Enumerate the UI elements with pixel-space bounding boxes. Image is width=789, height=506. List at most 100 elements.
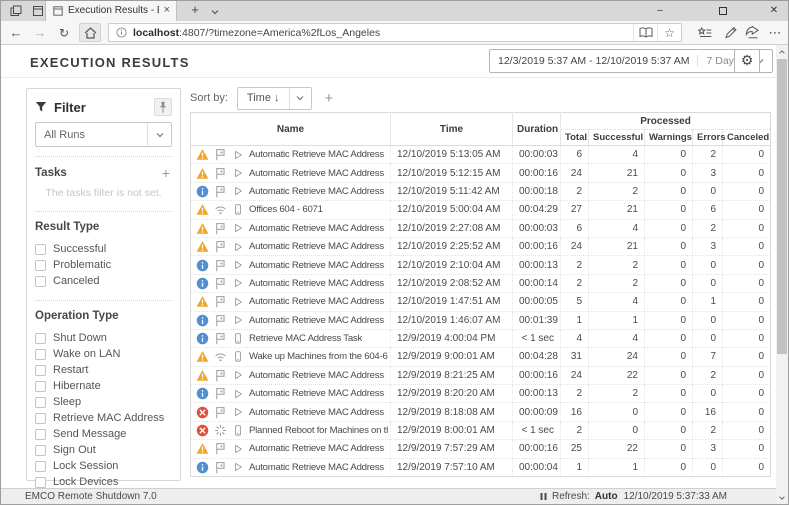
chevron-down-icon: [289, 88, 311, 109]
checkbox-operation-sign-out[interactable]: Sign Out: [35, 442, 172, 458]
execution-errors: 16: [693, 403, 723, 421]
settings-button[interactable]: ⚙: [734, 49, 760, 73]
table-row[interactable]: Automatic Retrieve MAC Address12/10/2019…: [191, 219, 771, 237]
task-flag-icon: [213, 276, 227, 290]
execution-total: 2: [561, 256, 589, 274]
back-icon[interactable]: ←: [6, 21, 26, 44]
page-icon: [52, 5, 63, 16]
window-maximize-button[interactable]: [703, 0, 743, 21]
tab-title: Execution Results - EMC: [68, 5, 159, 16]
window-close-button[interactable]: ✕: [754, 0, 789, 21]
tab-close-icon[interactable]: ×: [164, 5, 170, 16]
checkbox-result-problematic[interactable]: Problematic: [35, 257, 172, 273]
table-row[interactable]: Automatic Retrieve MAC Address12/9/2019 …: [191, 440, 771, 458]
execution-total: 5: [561, 293, 589, 311]
refresh-value: Auto: [595, 491, 618, 502]
checkbox-operation-wake-on-lan[interactable]: Wake on LAN: [35, 346, 172, 362]
scroll-up-icon[interactable]: [776, 45, 788, 58]
table-row[interactable]: Automatic Retrieve MAC Address12/10/2019…: [191, 274, 771, 292]
task-flag-icon: [213, 184, 227, 198]
checkbox[interactable]: [35, 445, 46, 456]
table-row[interactable]: Wake up Machines from the 604-607 Office…: [191, 348, 771, 366]
checkbox[interactable]: [35, 413, 46, 424]
share-icon[interactable]: [741, 23, 763, 42]
execution-duration: 00:00:18: [513, 182, 561, 200]
execution-name: Offices 604 - 6071: [249, 204, 323, 215]
tab-list-chevron-icon[interactable]: [210, 4, 220, 22]
site-info-icon[interactable]: [116, 27, 127, 38]
checkbox-operation-send-message[interactable]: Send Message: [35, 426, 172, 442]
table-row[interactable]: Planned Reboot for Machines on the 3rd F…: [191, 421, 771, 439]
window-minimize-button[interactable]: –: [640, 0, 680, 21]
reading-view-icon[interactable]: [633, 24, 657, 41]
sort-select[interactable]: Time ↓: [237, 87, 312, 110]
scroll-down-icon[interactable]: [776, 491, 788, 504]
operation-type-checkbox-group: Shut DownWake on LANRestartHibernateSlee…: [35, 330, 172, 506]
checkbox[interactable]: [35, 461, 46, 472]
checkbox-result-canceled[interactable]: Canceled: [35, 273, 172, 289]
checkbox[interactable]: [35, 365, 46, 376]
table-row[interactable]: Automatic Retrieve MAC Address12/10/2019…: [191, 256, 771, 274]
column-header-time: Time: [391, 113, 513, 146]
table-row[interactable]: Automatic Retrieve MAC Address12/10/2019…: [191, 164, 771, 182]
pause-icon[interactable]: [540, 492, 547, 501]
forward-icon[interactable]: →: [30, 21, 50, 44]
checkbox[interactable]: [35, 276, 46, 287]
browser-tab[interactable]: Execution Results - EMC ×: [45, 0, 177, 21]
task-flag-icon: [213, 332, 227, 346]
checkbox-operation-shut-down[interactable]: Shut Down: [35, 330, 172, 346]
checkbox-operation-restart[interactable]: Restart: [35, 362, 172, 378]
table-row[interactable]: Automatic Retrieve MAC Address12/9/2019 …: [191, 458, 771, 476]
checkbox-result-successful[interactable]: Successful: [35, 241, 172, 257]
checkbox-operation-hibernate[interactable]: Hibernate: [35, 378, 172, 394]
status-info-icon: [195, 460, 209, 474]
checkbox[interactable]: [35, 260, 46, 271]
table-row[interactable]: Automatic Retrieve MAC Address12/9/2019 …: [191, 385, 771, 403]
set-tabs-aside-icon[interactable]: [30, 3, 46, 19]
scrollbar-thumb[interactable]: [777, 59, 787, 354]
checkbox[interactable]: [35, 349, 46, 360]
more-menu-icon[interactable]: ⋯: [764, 23, 786, 42]
address-bar[interactable]: localhost :4807/?timezone=America%2fLos_…: [108, 23, 682, 42]
table-row[interactable]: Automatic Retrieve MAC Address12/10/2019…: [191, 311, 771, 329]
task-flag-icon: [213, 295, 227, 309]
pin-button[interactable]: [154, 98, 172, 116]
table-row[interactable]: Automatic Retrieve MAC Address12/9/2019 …: [191, 366, 771, 384]
execution-time: 12/9/2019 8:00:01 AM: [391, 421, 513, 439]
web-note-pen-icon[interactable]: [719, 23, 741, 42]
checkbox[interactable]: [35, 477, 46, 488]
new-tab-button[interactable]: +: [186, 2, 204, 17]
add-sort-button[interactable]: +: [323, 91, 336, 106]
checkbox-operation-lock-session[interactable]: Lock Session: [35, 458, 172, 474]
refresh-icon[interactable]: ↻: [54, 21, 74, 44]
tab-preview-icon[interactable]: [8, 3, 24, 19]
home-button[interactable]: [79, 23, 101, 42]
checkbox[interactable]: [35, 397, 46, 408]
checkbox[interactable]: [35, 381, 46, 392]
page-scrollbar[interactable]: [776, 45, 788, 504]
favorites-hub-icon[interactable]: [694, 23, 716, 42]
date-range-control[interactable]: 12/3/2019 5:37 AM - 12/10/2019 5:37 AM 7…: [489, 49, 773, 73]
checkbox-operation-sleep[interactable]: Sleep: [35, 394, 172, 410]
table-row[interactable]: Automatic Retrieve MAC Address12/9/2019 …: [191, 403, 771, 421]
checkbox-operation-retrieve-mac-address[interactable]: Retrieve MAC Address: [35, 410, 172, 426]
status-info-icon: [195, 313, 209, 327]
add-task-filter-button[interactable]: +: [160, 166, 172, 180]
table-row[interactable]: Automatic Retrieve MAC Address12/10/2019…: [191, 182, 771, 200]
device-icon: [231, 332, 245, 346]
execution-name: Planned Reboot for Machines on the 3rd F…: [249, 425, 388, 436]
table-row[interactable]: Automatic Retrieve MAC Address12/10/2019…: [191, 146, 771, 164]
table-row[interactable]: Retrieve MAC Address Task12/9/2019 4:00:…: [191, 329, 771, 347]
checkbox[interactable]: [35, 429, 46, 440]
execution-canceled: 0: [723, 219, 771, 237]
execution-warnings: 0: [645, 274, 693, 292]
execution-time: 12/9/2019 7:57:29 AM: [391, 440, 513, 458]
checkbox[interactable]: [35, 244, 46, 255]
checkbox[interactable]: [35, 333, 46, 344]
table-row[interactable]: Automatic Retrieve MAC Address12/10/2019…: [191, 293, 771, 311]
execution-total: 1: [561, 458, 589, 476]
table-row[interactable]: Automatic Retrieve MAC Address12/10/2019…: [191, 237, 771, 255]
runs-filter-select[interactable]: All Runs: [35, 122, 172, 147]
table-row[interactable]: Offices 604 - 607112/10/2019 5:00:04 AM0…: [191, 201, 771, 219]
favorite-star-icon[interactable]: ☆: [657, 24, 681, 41]
